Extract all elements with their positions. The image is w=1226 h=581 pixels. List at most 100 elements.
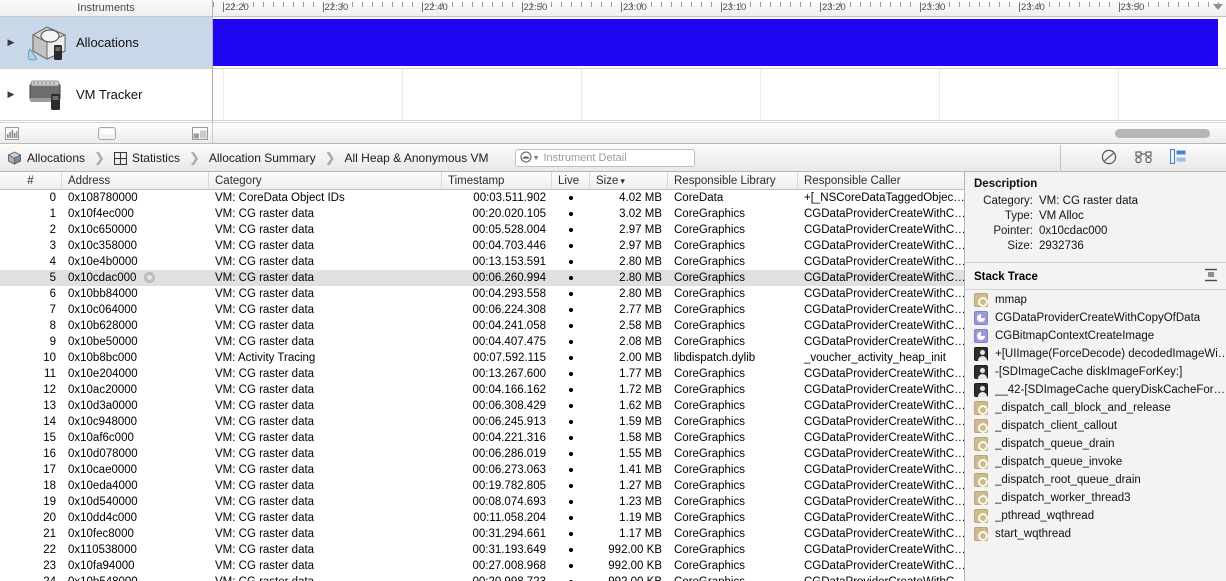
column-header-live[interactable]: Live [552, 171, 590, 190]
table-row[interactable]: 23 0x10fa94000 VM: CG raster data 00:27.008… [0, 558, 964, 574]
cell-live [552, 318, 590, 334]
track-detail-icon[interactable] [98, 127, 116, 143]
cell-lib: libdispatch.dylib [674, 352, 756, 364]
column-header-size[interactable]: Size ▾ [590, 171, 668, 190]
stack-frame-row[interactable]: mmap [965, 291, 1226, 309]
table-row[interactable]: 24 0x10b548000 VM: CG raster data00:20.998… [0, 574, 964, 581]
stack-frame-row[interactable]: _dispatch_worker_thread3 [965, 489, 1226, 507]
stack-frame-row[interactable]: _dispatch_call_block_and_release [965, 399, 1226, 417]
address-text: 0x10dd4c000 [68, 512, 138, 524]
cell-cat: VM: CG raster data [215, 528, 315, 540]
stack-frame-label: _dispatch_root_queue_drain [995, 474, 1141, 486]
instrument-row-allocations[interactable]: ▶ Allocations [0, 17, 212, 69]
binoculars-icon[interactable] [1135, 150, 1152, 167]
ruler-tick [252, 2, 254, 7]
breadcrumb-item-allocations[interactable]: Allocations [7, 151, 85, 165]
cell-lib: CoreGraphics [674, 448, 745, 460]
chevron-down-icon[interactable]: ▼ [533, 155, 540, 162]
cell-idx: 15 [43, 432, 56, 444]
table-row[interactable]: 18 0x10eda4000 VM: CG raster data 00:19.782… [0, 478, 964, 494]
table-row[interactable]: 0 0x108780000 VM: CoreData Object IDs 00:03… [0, 190, 964, 206]
table-row[interactable]: 14 0x10c948000 VM: CG raster data 00:06.245… [0, 414, 964, 430]
stack-frame-row[interactable]: -[SDImageCache diskImageForKey:] [965, 363, 1226, 381]
stack-frame-label: +[UIImage(ForceDecode) decodedImageWi… [995, 348, 1226, 360]
chart-view-icon[interactable] [5, 127, 19, 143]
column-header-label: Size [596, 174, 619, 187]
table-row[interactable]: 10 0x10b8bc000 VM: Activity Tracing 00:07.5… [0, 350, 964, 366]
table-row[interactable]: 15 0x10af6c000 VM: CG raster data 00:04.221… [0, 430, 964, 446]
allocations-track-lane[interactable] [213, 17, 1226, 69]
cell-size: 1.55 MB [619, 448, 662, 460]
table-row[interactable]: 21 0x10fec8000 VM: CG raster data 00:31.294… [0, 526, 964, 542]
stack-frame-row[interactable]: +[UIImage(ForceDecode) decodedImageWi… [965, 345, 1226, 363]
stack-frame-row[interactable]: _dispatch_queue_drain [965, 435, 1226, 453]
instrument-detail-search[interactable]: ▼ Instrument Detail [514, 149, 695, 167]
cell-size: 1.58 MB [619, 432, 662, 444]
stack-frame-row[interactable]: _pthread_wqthread [965, 507, 1226, 525]
breadcrumb-item-allocation-summary[interactable]: Allocation Summary [209, 151, 316, 165]
stack-frame-row[interactable]: start_wqthread [965, 525, 1226, 543]
instrument-row-vm-tracker[interactable]: ▶ VM Tracker [0, 69, 212, 121]
cell-cat: VM: CG raster data [215, 272, 315, 284]
vm-tracker-track-lane[interactable] [213, 69, 1226, 121]
disclosure-triangle-icon[interactable]: ▶ [2, 90, 20, 99]
column-header-cat[interactable]: Category [209, 171, 442, 190]
stack-trace-list[interactable]: mmap CGDataProviderCreateWithCopyOfData CG… [965, 290, 1226, 581]
cell-idx: 24 [0, 574, 62, 581]
focus-badge-icon[interactable] [144, 272, 156, 284]
search-scope-icon[interactable] [520, 150, 532, 166]
table-row[interactable]: 22 0x110538000 VM: CG raster data 00:31.193… [0, 542, 964, 558]
ruler-tick [750, 2, 752, 7]
stack-frame-row[interactable]: _dispatch_queue_invoke [965, 453, 1226, 471]
table-row[interactable]: 2 0x10c650000 VM: CG raster data 00:05.528.… [0, 222, 964, 238]
table-header-row: # Address Category Timestamp Live Size ▾ Respon… [0, 171, 964, 190]
stack-frame-label: _dispatch_queue_drain [995, 438, 1115, 450]
breadcrumb-item-all-heap-anonymous-vm[interactable]: All Heap & Anonymous VM [344, 151, 488, 165]
table-row[interactable]: 16 0x10d078000 VM: CG raster data 00:06.286… [0, 446, 964, 462]
column-header-label: Responsible Caller [804, 174, 901, 187]
stack-frame-row[interactable]: _dispatch_root_queue_drain [965, 471, 1226, 489]
table-row[interactable]: 11 0x10e204000 VM: CG raster data 00:13.267… [0, 366, 964, 382]
table-row[interactable]: 4 0x10e4b0000 VM: CG raster data 00:13.153.… [0, 254, 964, 270]
table-row[interactable]: 17 0x10cae0000 VM: CG raster data 00:06.273… [0, 462, 964, 478]
disclosure-triangle-icon[interactable]: ▶ [2, 38, 20, 47]
column-header-addr[interactable]: Address [62, 171, 209, 190]
table-row[interactable]: 7 0x10c064000 VM: CG raster data 00:06.224.… [0, 302, 964, 318]
cell-time: 00:20.020.105 [472, 208, 546, 220]
extended-detail-icon[interactable] [1169, 148, 1186, 167]
collapse-stack-icon[interactable] [1204, 268, 1218, 285]
lane-gridline [1118, 69, 1119, 120]
stack-frame-row[interactable]: CGBitmapContextCreateImage [965, 327, 1226, 345]
stack-frame-row[interactable]: CGDataProviderCreateWithCopyOfData [965, 309, 1226, 327]
live-dot-icon [569, 483, 573, 488]
cell-addr: 0x10fec8000 [62, 526, 209, 542]
panes-icon[interactable] [192, 127, 208, 143]
table-row[interactable]: 19 0x10d540000 VM: CG raster data 00:08.074… [0, 494, 964, 510]
table-row[interactable]: 3 0x10c358000 VM: CG raster data 00:04.703.… [0, 238, 964, 254]
sort-descending-icon[interactable]: ▾ [620, 176, 625, 186]
table-row[interactable]: 20 0x10dd4c000 VM: CG raster data 00:11.058… [0, 510, 964, 526]
timeline-ruler[interactable]: 22:20 22:30 22:40 22:50 23:00 23:10 23:20 23:30… [213, 0, 1226, 17]
no-symbol-icon[interactable] [1101, 149, 1117, 168]
cell-addr: 0x108780000 [62, 190, 209, 206]
table-body[interactable]: 0 0x108780000 VM: CoreData Object IDs 00:03… [0, 190, 964, 581]
table-row[interactable]: 12 0x10ac20000 VM: CG raster data 00:04.166… [0, 382, 964, 398]
table-row[interactable]: 5 0x10cdac000 VM: CG raster data 00:06.260.… [0, 270, 964, 286]
column-header-time[interactable]: Timestamp [442, 171, 552, 190]
cell-lib: CoreGraphics [674, 288, 745, 300]
column-header-idx[interactable]: # [0, 171, 62, 190]
table-row[interactable]: 13 0x10d3a0000 VM: CG raster data 00:06.308… [0, 398, 964, 414]
table-row[interactable]: 1 0x10f4ec000 VM: CG raster data 00:20.020.… [0, 206, 964, 222]
table-row[interactable]: 8 0x10b628000 VM: CG raster data 00:04.241.… [0, 318, 964, 334]
table-row[interactable]: 6 0x10bb84000 VM: CG raster data 00:04.293.… [0, 286, 964, 302]
cell-idx: 12 [43, 384, 56, 396]
horizontal-scrollbar[interactable] [1115, 129, 1210, 138]
column-header-call[interactable]: Responsible Caller [798, 172, 964, 190]
breadcrumb-item-statistics[interactable]: Statistics [113, 151, 180, 165]
cell-lib: CoreGraphics [668, 574, 798, 581]
stack-frame-row[interactable]: _dispatch_client_callout [965, 417, 1226, 435]
ruler-tick [362, 2, 364, 7]
table-row[interactable]: 9 0x10be50000 VM: CG raster data 00:04.407.… [0, 334, 964, 350]
column-header-lib[interactable]: Responsible Library [668, 171, 798, 190]
stack-frame-row[interactable]: __42-[SDImageCache queryDiskCacheFor… [965, 381, 1226, 399]
